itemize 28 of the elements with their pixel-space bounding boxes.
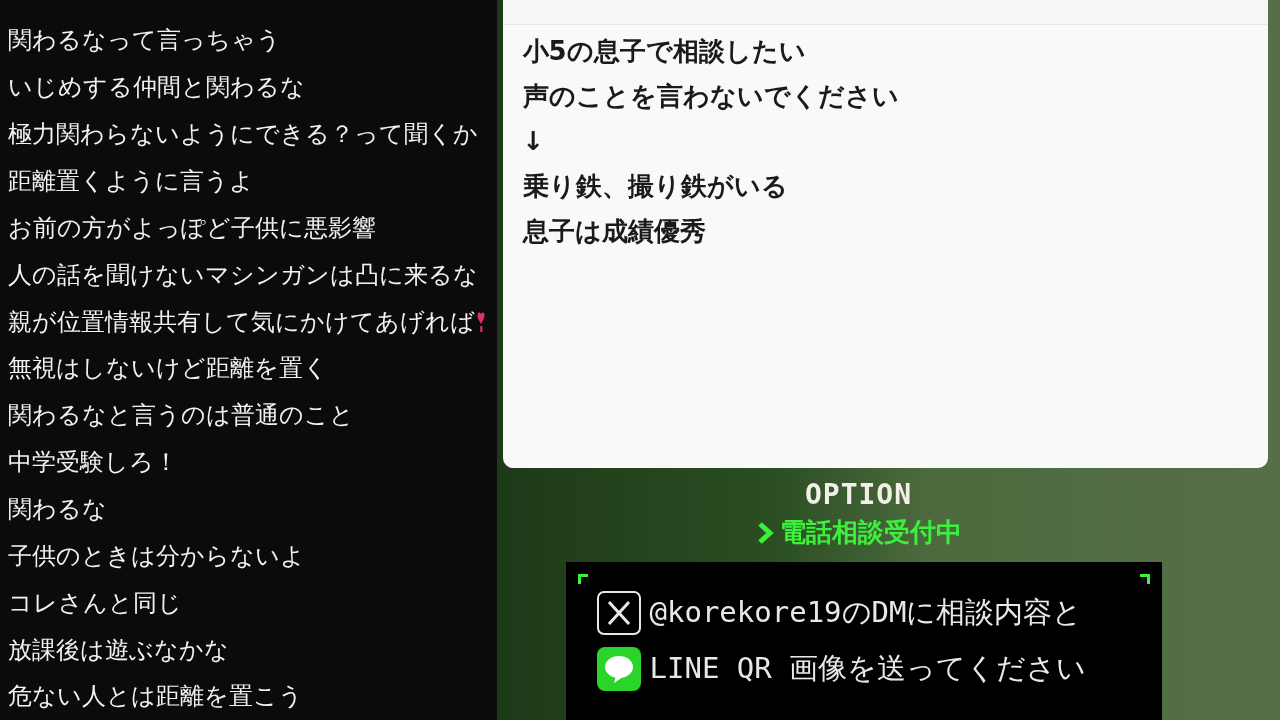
note-line: 小5の息子で相談したい [522,35,807,68]
chat-comment: コレさんと同じ [8,587,182,619]
corner-bracket [1139,574,1150,584]
chat-comment: 放課後は遊ぶなかな [8,634,229,666]
note-line: 声のことを言わないでください [522,80,900,113]
chat-comment: 子供のときは分からないよ [8,540,305,572]
chat-comment: 中学受験しろ！ [8,447,178,479]
chat-comment: 極力関わらないようにできる？って聞くか [8,119,478,151]
chat-comment: 無視はしないけど距離を置く [8,353,328,385]
line-logo-icon [595,646,642,692]
chat-comment: 人の話を聞けないマシンガンは凸に来るな [8,259,478,291]
note-line: 乗り鉄、撮り鉄がいる [522,170,789,203]
chat-comment: 関わるなと言うのは普通のこと [8,400,354,432]
corner-bracket [577,574,588,584]
contact-text: @korekore19のDMに相談内容と [649,594,1083,631]
x-logo-icon [595,590,642,636]
note-line: ↓ [522,125,546,158]
contact-text: LINE QR 画像を送ってください [649,650,1087,687]
chat-comment: 距離置くように言うよ [8,166,254,197]
chat-comment: 関わるなって言っちゃう [8,25,281,57]
chat-comment: 親が位置情報共有して気にかけてあげれば [8,306,475,338]
status-label: 電話相談受付中 [779,516,962,549]
chat-comment: 危ない人とは距離を置こう [8,681,303,713]
chat-comment: いじめする仲間と関わるな [8,72,305,104]
option-title: OPTION [804,478,913,511]
chat-comment: お前の方がよっぽど子供に悪影響 [8,212,376,244]
note-line: 息子は成績優秀 [522,215,707,248]
chat-comment: 関わるな [8,494,107,525]
